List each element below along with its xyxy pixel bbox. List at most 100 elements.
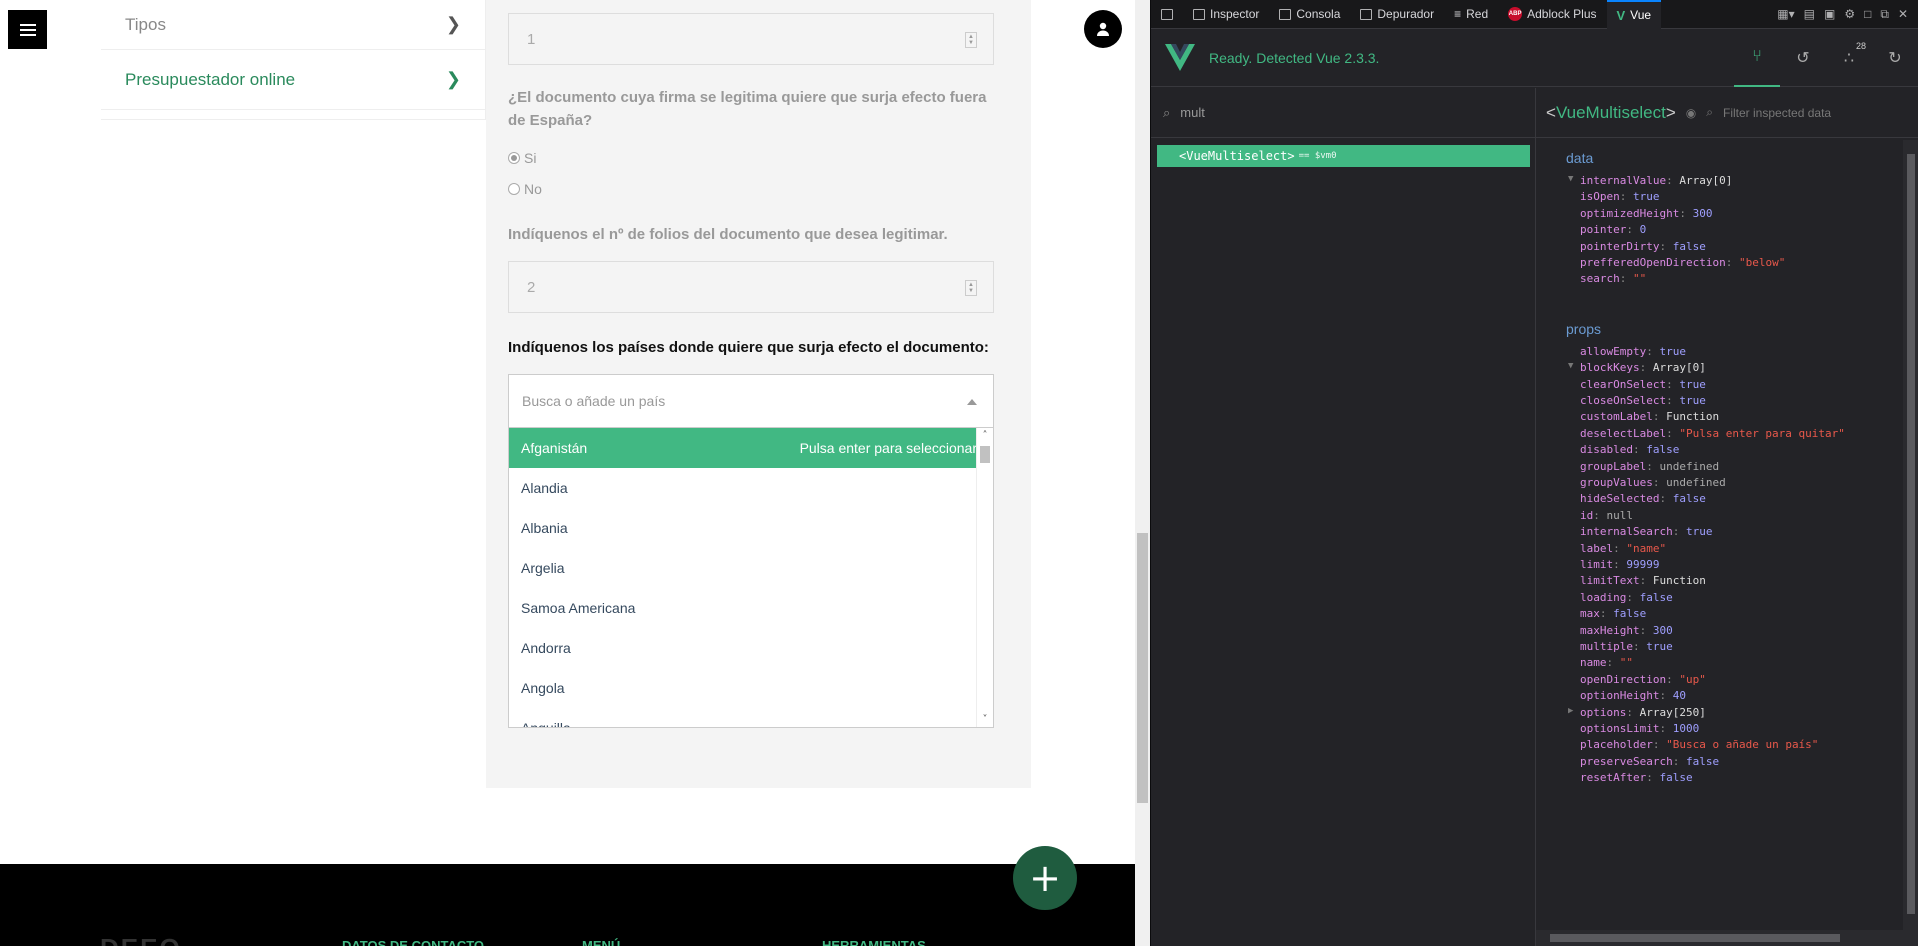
- inspected-property-row[interactable]: groupValues: undefined: [1580, 476, 1726, 489]
- property-value: false: [1613, 607, 1647, 621]
- country-option[interactable]: Angola: [509, 668, 989, 708]
- inspected-hscrollbar[interactable]: [1536, 930, 1918, 946]
- folios-input[interactable]: 2 ▲ ▼: [508, 261, 994, 313]
- spinner-icon[interactable]: ▲ ▼: [965, 280, 977, 296]
- user-account-icon[interactable]: [1084, 10, 1122, 48]
- inspected-property-row[interactable]: ▼ blockKeys: Array[0]: [1568, 361, 1706, 374]
- inspected-property-row[interactable]: search: "": [1580, 272, 1646, 285]
- side-menu-item-presupuestador[interactable]: Presupuestador online ❯: [101, 50, 485, 110]
- inspected-property-row[interactable]: name: "": [1580, 656, 1633, 669]
- property-colon: :: [1619, 272, 1633, 286]
- scroll-down-icon[interactable]: ˅: [977, 712, 993, 727]
- inspected-property-row[interactable]: pointerDirty: false: [1580, 240, 1706, 253]
- close-icon[interactable]: ✕: [1898, 7, 1908, 22]
- country-option[interactable]: Albania: [509, 508, 989, 548]
- number-input-first[interactable]: 1 ▲ ▼: [508, 13, 994, 65]
- tab-debugger[interactable]: Depurador: [1350, 0, 1444, 29]
- screenshot-icon[interactable]: ▣: [1824, 7, 1835, 22]
- component-search[interactable]: ⌕ mult: [1151, 88, 1535, 138]
- inspected-property-row[interactable]: clearOnSelect: true: [1580, 378, 1706, 391]
- devtools-toolbar: Inspector Consola Depurador ≡ Red ABP Adbl…: [1151, 0, 1918, 29]
- inspected-property-row[interactable]: ▼ internalValue: Array[0]: [1568, 174, 1732, 187]
- dropdown-scrollbar[interactable]: ˄ ˅: [976, 428, 993, 727]
- inspected-property-row[interactable]: isOpen: true: [1580, 190, 1660, 203]
- country-option[interactable]: Anguilla: [509, 708, 989, 727]
- inspected-property-row[interactable]: loading: false: [1580, 591, 1673, 604]
- inspected-property-row[interactable]: id: null: [1580, 509, 1633, 522]
- frame-select-icon[interactable]: ▦▾: [1777, 7, 1794, 22]
- inspected-property-row[interactable]: ▶ options: Array[250]: [1568, 705, 1706, 719]
- tree-node-selected[interactable]: <VueMultiselect> == $vm0: [1157, 145, 1530, 167]
- side-menu-item-tipos[interactable]: Tipos ❯: [101, 0, 485, 50]
- property-colon: :: [1646, 459, 1660, 473]
- inspected-property-row[interactable]: maxHeight: 300: [1580, 624, 1673, 637]
- inspected-property-row[interactable]: limit: 99999: [1580, 558, 1660, 571]
- dock-icon[interactable]: □: [1864, 7, 1871, 22]
- inspected-property-row[interactable]: closeOnSelect: true: [1580, 394, 1706, 407]
- inspected-property-row[interactable]: hideSelected: false: [1580, 492, 1706, 505]
- events-icon[interactable]: ∴ 28: [1826, 29, 1872, 87]
- expand-toggle-icon[interactable]: ▼: [1568, 361, 1573, 371]
- hamburger-menu-icon[interactable]: [8, 10, 47, 49]
- eye-icon[interactable]: ◉: [1686, 106, 1696, 120]
- inspected-property-row[interactable]: limitText: Function: [1580, 574, 1706, 587]
- tab-vue[interactable]: V Vue: [1606, 0, 1662, 29]
- tab-network[interactable]: ≡ Red: [1444, 0, 1498, 29]
- inspected-property-row[interactable]: optionsLimit: 1000: [1580, 722, 1699, 735]
- tab-inspector[interactable]: Inspector: [1183, 0, 1269, 29]
- inspected-property-row[interactable]: allowEmpty: true: [1580, 345, 1686, 358]
- scrollbar-thumb[interactable]: [1550, 934, 1840, 942]
- settings-icon[interactable]: ⚙: [1844, 7, 1855, 22]
- country-option[interactable]: Andorra: [509, 628, 989, 668]
- inspected-property-row[interactable]: optionHeight: 40: [1580, 689, 1686, 702]
- country-option-highlighted[interactable]: Afganistán Pulsa enter para seleccionar: [509, 428, 989, 468]
- inspected-property-row[interactable]: placeholder: "Busca o añade un país": [1580, 738, 1818, 751]
- spinner-icon[interactable]: ▲ ▼: [965, 32, 977, 48]
- tab-adblock[interactable]: ABP Adblock Plus: [1498, 0, 1606, 29]
- expand-toggle-icon[interactable]: ▼: [1568, 174, 1573, 184]
- property-value: false: [1639, 590, 1673, 604]
- inspected-property-row[interactable]: disabled: false: [1580, 443, 1679, 456]
- inspected-property-row[interactable]: resetAfter: false: [1580, 771, 1693, 784]
- property-key: multiple: [1580, 640, 1633, 653]
- page-scrollbar[interactable]: [1135, 0, 1150, 946]
- country-option[interactable]: Alandia: [509, 468, 989, 508]
- scrollbar-thumb[interactable]: [1907, 154, 1915, 914]
- inspected-vscrollbar[interactable]: [1903, 140, 1918, 932]
- inspected-property-row[interactable]: groupLabel: undefined: [1580, 460, 1719, 473]
- inspected-property-row[interactable]: max: false: [1580, 607, 1646, 620]
- refresh-icon[interactable]: ↻: [1872, 29, 1918, 87]
- expand-toggle-icon[interactable]: ▶: [1568, 706, 1573, 716]
- vuex-history-icon[interactable]: ↺: [1780, 29, 1826, 87]
- inspected-property-row[interactable]: optimizedHeight: 300: [1580, 207, 1712, 220]
- radio-unchecked-icon[interactable]: [508, 183, 520, 195]
- inspected-property-row[interactable]: internalSearch: true: [1580, 525, 1712, 538]
- scrollbar-thumb[interactable]: [980, 446, 990, 463]
- separate-window-icon[interactable]: ⧉: [1880, 7, 1889, 22]
- caret-up-icon[interactable]: [967, 399, 977, 405]
- country-option[interactable]: Argelia: [509, 548, 989, 588]
- filter-input[interactable]: Filter inspected data: [1723, 106, 1831, 120]
- property-colon: :: [1626, 705, 1640, 719]
- inspected-property-row[interactable]: customLabel: Function: [1580, 410, 1719, 423]
- tab-console[interactable]: Consola: [1269, 0, 1350, 29]
- country-multiselect-input[interactable]: Busca o añade un país: [508, 374, 994, 428]
- inspected-property-row[interactable]: openDirection: "up": [1580, 673, 1706, 686]
- inspected-property-row[interactable]: pointer: 0: [1580, 223, 1646, 236]
- inspected-property-row[interactable]: multiple: true: [1580, 640, 1673, 653]
- scroll-up-icon[interactable]: ˄: [977, 428, 993, 444]
- inspected-property-row[interactable]: deselectLabel: "Pulsa enter para quitar": [1580, 427, 1845, 440]
- element-picker-icon[interactable]: [1151, 0, 1183, 29]
- radio-option-si[interactable]: Si: [508, 150, 536, 166]
- property-colon: :: [1659, 689, 1673, 703]
- radio-checked-icon[interactable]: [508, 152, 520, 164]
- scrollbar-thumb[interactable]: [1137, 533, 1148, 803]
- inspected-property-row[interactable]: label: "name": [1580, 542, 1666, 555]
- country-option[interactable]: Samoa Americana: [509, 588, 989, 628]
- inspected-property-row[interactable]: preserveSearch: false: [1580, 755, 1719, 768]
- inspected-property-row[interactable]: prefferedOpenDirection: "below": [1580, 256, 1785, 269]
- radio-option-no[interactable]: No: [508, 181, 542, 197]
- add-fab-button[interactable]: +: [1013, 846, 1077, 910]
- components-tab-icon[interactable]: ⑂: [1734, 29, 1780, 87]
- responsive-icon[interactable]: ▤: [1804, 7, 1815, 22]
